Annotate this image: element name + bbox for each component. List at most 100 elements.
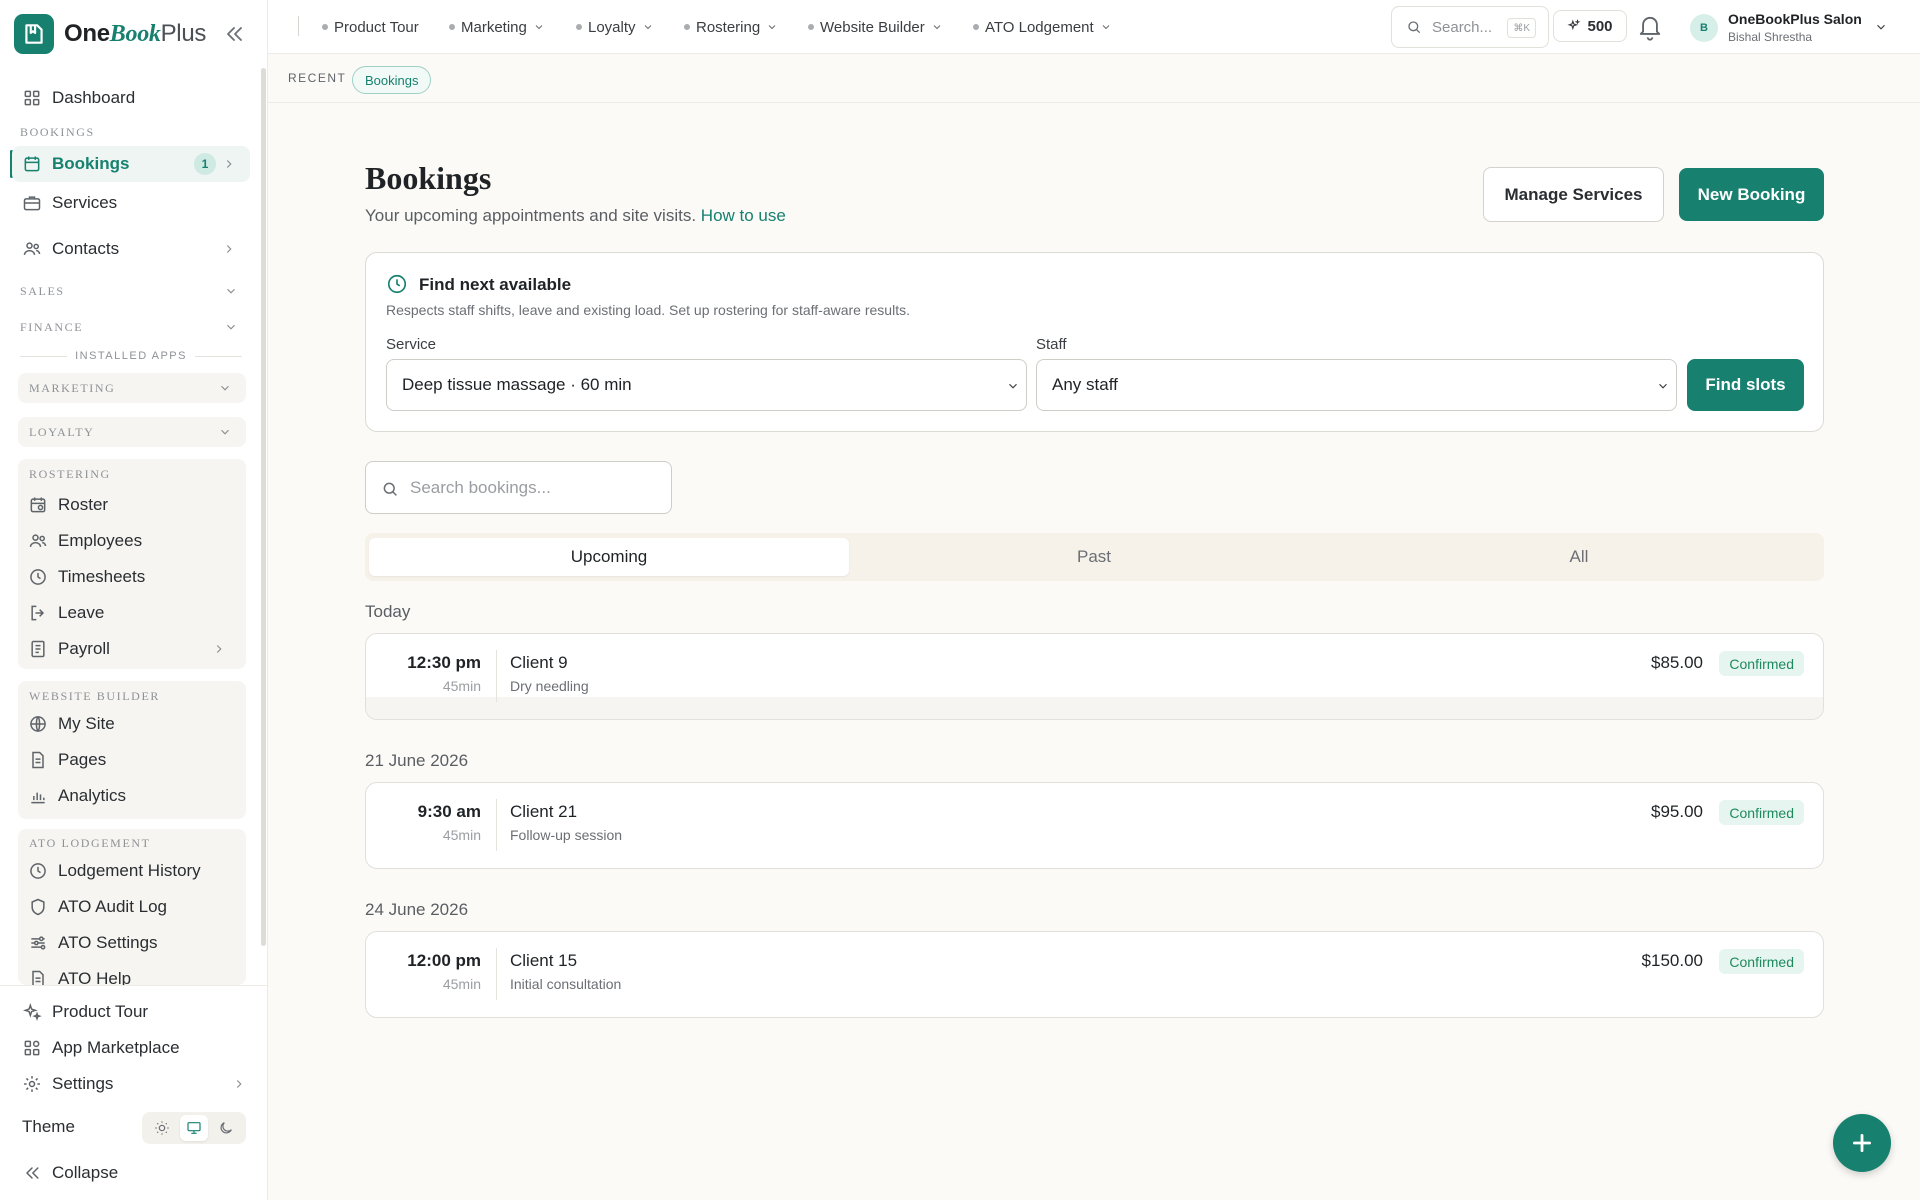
sidebar-item-services[interactable]: Services <box>12 185 250 221</box>
top-nav-product-tour[interactable]: Product Tour <box>322 14 419 40</box>
sidebar-scrollbar[interactable] <box>261 68 266 946</box>
search-bookings-input[interactable]: Search bookings... <box>365 461 672 514</box>
sidebar-item-label: Roster <box>58 495 109 514</box>
find-slots-button[interactable]: Find slots <box>1687 359 1804 411</box>
global-search-input[interactable]: Search... ⌘K <box>1391 6 1549 48</box>
chevron-down-icon[interactable] <box>1874 20 1888 34</box>
sidebar-item-employees[interactable]: Employees <box>28 524 242 558</box>
sidebar-item-dashboard[interactable]: Dashboard <box>12 80 250 116</box>
status-dot <box>973 24 979 30</box>
sidebar-item-ato-help[interactable]: ATO Help <box>28 962 242 985</box>
brand-logo-icon <box>14 14 54 54</box>
sidebar-item-label: Payroll <box>58 639 110 658</box>
status-badge: Confirmed <box>1719 800 1804 825</box>
chevron-down-icon <box>218 381 232 395</box>
sidebar-item-pages[interactable]: Pages <box>28 743 242 777</box>
sidebar-item-analytics[interactable]: Analytics <box>28 779 242 813</box>
search-icon <box>1406 19 1422 35</box>
add-fab-button[interactable] <box>1833 1114 1891 1172</box>
sidebar-item-label: App Marketplace <box>52 1038 180 1057</box>
sidebar-item-lodgement-history[interactable]: Lodgement History <box>28 854 242 888</box>
booking-price: $85.00 <box>1651 653 1703 672</box>
sidebar-item-app-marketplace[interactable]: App Marketplace <box>12 1030 250 1066</box>
chevron-right-icon[interactable] <box>222 157 236 171</box>
top-nav-loyalty[interactable]: Loyalty <box>576 14 654 40</box>
booking-price: $95.00 <box>1651 802 1703 821</box>
user-name[interactable]: OneBookPlus Salon <box>1728 11 1862 27</box>
theme-switcher <box>142 1112 246 1144</box>
booking-row[interactable]: 9:30 am 45min Client 21 Follow-up sessio… <box>365 782 1824 869</box>
collapse-sidebar-icon[interactable] <box>222 22 246 46</box>
bell-icon[interactable] <box>1636 12 1664 42</box>
sidebar-collapse-button[interactable]: Collapse <box>12 1155 250 1191</box>
bar-chart-icon <box>28 786 48 806</box>
sidebar-item-label: Contacts <box>52 239 120 258</box>
brand[interactable]: OneBookPlus <box>14 14 206 54</box>
booking-row[interactable]: 12:00 pm 45min Client 15 Initial consult… <box>365 931 1824 1018</box>
chevron-right-icon[interactable] <box>222 242 236 256</box>
monitor-icon[interactable] <box>180 1115 208 1141</box>
bookings-count-badge: 1 <box>194 153 216 175</box>
divider <box>496 650 497 702</box>
sidebar-item-label: Lodgement History <box>58 861 201 880</box>
sidebar-item-label: Employees <box>58 531 143 550</box>
top-nav-label: Rostering <box>696 18 761 36</box>
new-booking-button[interactable]: New Booking <box>1679 168 1824 221</box>
sidebar-item-label: Pages <box>58 750 107 769</box>
chevron-right-icon[interactable] <box>212 642 226 656</box>
chevron-down-icon <box>1006 379 1020 393</box>
sidebar-item-leave[interactable]: Leave <box>28 596 242 630</box>
sidebar-item-my-site[interactable]: My Site <box>28 707 242 741</box>
tab-past[interactable]: Past <box>854 538 1334 576</box>
service-select-value: Deep tissue massage · 60 min <box>402 375 632 394</box>
booking-row[interactable]: 12:30 pm 45min Client 9 Dry needling $85… <box>365 633 1824 720</box>
apps-icon <box>22 1038 42 1058</box>
top-nav-marketing[interactable]: Marketing <box>449 14 545 40</box>
top-nav-ato-lodgement[interactable]: ATO Lodgement <box>973 14 1112 40</box>
chevron-down-icon <box>218 425 232 439</box>
top-nav-website-builder[interactable]: Website Builder <box>808 14 943 40</box>
status-dot <box>449 24 455 30</box>
avatar[interactable]: B <box>1690 14 1718 42</box>
manage-services-button[interactable]: Manage Services <box>1483 167 1664 222</box>
theme-label: Theme <box>22 1117 75 1136</box>
section-sales[interactable]: SALES <box>12 277 250 305</box>
how-to-use-link[interactable]: How to use <box>701 206 786 225</box>
moon-icon[interactable] <box>212 1115 240 1141</box>
sidebar-item-product-tour[interactable]: Product Tour <box>12 994 250 1030</box>
sidebar-item-timesheets[interactable]: Timesheets <box>28 560 242 594</box>
sidebar-item-label: ATO Help <box>58 969 132 985</box>
sun-icon[interactable] <box>148 1115 176 1141</box>
installed-apps-label: INSTALLED APPS <box>75 350 187 362</box>
service-select[interactable]: Deep tissue massage · 60 min <box>386 359 1027 411</box>
section-finance[interactable]: FINANCE <box>12 313 250 341</box>
sidebar-item-bookings[interactable]: Bookings 1 <box>12 146 250 182</box>
staff-select[interactable]: Any staff <box>1036 359 1677 411</box>
tab-upcoming[interactable]: Upcoming <box>369 538 849 576</box>
section-label-finance: FINANCE <box>20 319 84 334</box>
sidebar-item-ato-settings[interactable]: ATO Settings <box>28 926 242 960</box>
date-heading: Today <box>365 602 411 621</box>
chevron-down-icon <box>1656 379 1670 393</box>
recent-chip-bookings[interactable]: Bookings <box>352 66 432 94</box>
section-marketing[interactable]: MARKETING <box>18 373 246 403</box>
chevron-right-icon[interactable] <box>232 1077 246 1091</box>
sidebar-item-label: Analytics <box>58 786 127 805</box>
sidebar-item-ato-audit-log[interactable]: ATO Audit Log <box>28 890 242 924</box>
chevron-down-icon <box>642 21 654 33</box>
booking-time: 12:30 pm <box>407 653 481 672</box>
search-icon <box>381 480 399 498</box>
top-nav-rostering[interactable]: Rostering <box>684 14 778 40</box>
top-nav-label: Website Builder <box>820 18 925 36</box>
sidebar-item-roster[interactable]: Roster <box>28 488 242 522</box>
clock-icon <box>386 273 408 295</box>
credits-button[interactable]: 500 <box>1553 10 1627 42</box>
calendar-icon <box>22 154 42 174</box>
sidebar-item-settings[interactable]: Settings <box>12 1066 250 1102</box>
file-icon <box>28 750 48 770</box>
sidebar-item-payroll[interactable]: Payroll <box>28 632 242 666</box>
sidebar-item-contacts[interactable]: Contacts <box>12 231 250 267</box>
booking-service: Follow-up session <box>510 827 623 843</box>
section-loyalty[interactable]: LOYALTY <box>18 417 246 447</box>
tab-all[interactable]: All <box>1339 538 1819 576</box>
